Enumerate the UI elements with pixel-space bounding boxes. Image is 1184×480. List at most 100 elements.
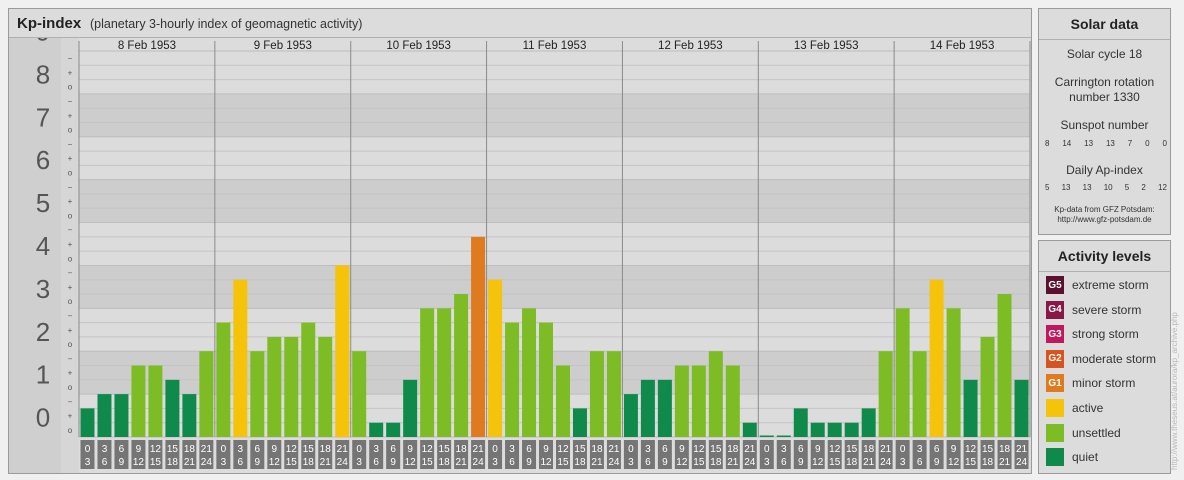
interval-label-start: 21 — [337, 444, 349, 455]
interval-label-start: 3 — [373, 444, 379, 455]
kp-bar — [742, 422, 757, 437]
day-label: 12 Feb 1953 — [658, 40, 723, 52]
interval-label-start: 18 — [727, 444, 739, 455]
interval-label-start: 12 — [693, 444, 705, 455]
interval-label-end: 15 — [422, 457, 434, 468]
interval-label-start: 18 — [999, 444, 1011, 455]
interval-label-end: 21 — [320, 457, 332, 468]
y-minor-label: o — [68, 383, 73, 392]
kp-bar — [997, 294, 1012, 437]
y-minor-label: − — [68, 226, 73, 235]
level-label: quiet — [1072, 450, 1099, 465]
interval-label-start: 9 — [407, 444, 413, 455]
interval-label-end: 12 — [812, 457, 824, 468]
y-tick-label: 7 — [36, 102, 50, 132]
interval-label-end: 15 — [286, 457, 298, 468]
level-label: active — [1072, 401, 1104, 415]
interval-label-end: 9 — [662, 457, 668, 468]
level-label: strong storm — [1072, 327, 1139, 342]
kp-chart-panel: 0123456789o+−o+−o+−o+−o+−o+−o+−o+−o+−8 F… — [8, 8, 1032, 474]
interval-label-end: 21 — [456, 457, 468, 468]
interval-label-end: 15 — [693, 457, 705, 468]
kp-bar — [97, 394, 112, 437]
interval-label-start: 6 — [390, 444, 396, 455]
interval-label-start: 0 — [221, 444, 227, 455]
y-minor-label: o — [68, 211, 73, 220]
level-label: minor storm — [1072, 376, 1136, 391]
interval-label-start: 9 — [679, 444, 685, 455]
kp-bar — [623, 394, 638, 437]
interval-label-end: 12 — [540, 457, 552, 468]
kp-bar — [606, 351, 621, 437]
interval-label-end: 18 — [303, 457, 315, 468]
kp-bar — [556, 365, 570, 437]
kp-bar — [471, 236, 486, 437]
kp-bar — [691, 365, 706, 437]
interval-label-start: 3 — [917, 444, 923, 455]
level-swatch: G2 — [1046, 349, 1064, 368]
level-swatch: G5 — [1046, 276, 1064, 294]
kp-bar — [793, 408, 808, 437]
kp-bar — [301, 322, 316, 437]
interval-label-end: 12 — [676, 457, 688, 468]
interval-label-start: 18 — [591, 444, 603, 455]
y-minor-label: − — [68, 140, 73, 149]
y-minor-label: − — [68, 311, 73, 320]
interval-label-start: 12 — [286, 444, 298, 455]
kp-band — [79, 222, 1030, 266]
kp-bar — [980, 336, 995, 437]
interval-label-end: 15 — [829, 457, 841, 468]
interval-label-start: 6 — [662, 444, 668, 455]
kp-bar — [776, 435, 791, 437]
interval-label-start: 21 — [608, 444, 620, 455]
y-minor-label: + — [68, 68, 73, 77]
interval-label-end: 15 — [150, 457, 162, 468]
sunspot-value: 0 — [1145, 139, 1150, 148]
solar-data-panel: Solar data Solar cycle 18 Carrington rot… — [1038, 8, 1171, 235]
interval-label-start: 15 — [846, 444, 858, 455]
interval-label-start: 3 — [102, 444, 108, 455]
interval-label-end: 21 — [591, 457, 603, 468]
level-swatch — [1046, 448, 1064, 467]
kp-bar — [318, 336, 333, 437]
interval-label-end: 9 — [119, 457, 125, 468]
y-minor-label: − — [68, 397, 73, 406]
kp-bar — [267, 336, 282, 437]
sunspot-value: 7 — [1127, 139, 1133, 148]
kp-bar — [284, 336, 299, 437]
interval-label-end: 3 — [85, 457, 91, 468]
interval-label-start: 21 — [201, 444, 213, 455]
ap-value: 5 — [1045, 183, 1050, 192]
kp-bar — [844, 422, 859, 437]
interval-label-end: 3 — [221, 457, 227, 468]
interval-label-end: 24 — [473, 457, 485, 468]
kp-bar — [759, 435, 774, 437]
y-tick-label: 8 — [36, 59, 50, 89]
interval-label-start: 3 — [509, 444, 515, 455]
interval-label-end: 9 — [934, 457, 940, 468]
y-minor-label: − — [68, 354, 73, 363]
kp-band — [79, 265, 1030, 309]
interval-label-start: 0 — [900, 444, 906, 455]
kp-bar — [216, 322, 231, 437]
interval-label-start: 15 — [574, 444, 586, 455]
day-label: 9 Feb 1953 — [254, 40, 312, 52]
kp-bar — [369, 422, 384, 437]
y-tick-label: 3 — [36, 274, 50, 304]
y-minor-label: + — [68, 197, 73, 206]
kp-bar — [199, 351, 214, 437]
day-label: 11 Feb 1953 — [523, 40, 587, 52]
interval-label-end: 6 — [238, 457, 244, 468]
y-tick-label: 5 — [36, 188, 50, 218]
interval-label-end: 24 — [880, 457, 892, 468]
level-row: G3 strong storm — [1046, 324, 1139, 344]
kp-bar — [725, 365, 740, 437]
level-swatch: G1 — [1046, 374, 1064, 393]
kp-bar — [454, 294, 469, 437]
carrington-line-1: Carrington rotation — [1054, 75, 1155, 89]
interval-label-end: 12 — [948, 457, 960, 468]
interval-label-end: 6 — [509, 457, 515, 468]
interval-label-end: 6 — [373, 457, 379, 468]
kp-bar — [233, 279, 248, 437]
day-label: 13 Feb 1953 — [794, 40, 859, 52]
